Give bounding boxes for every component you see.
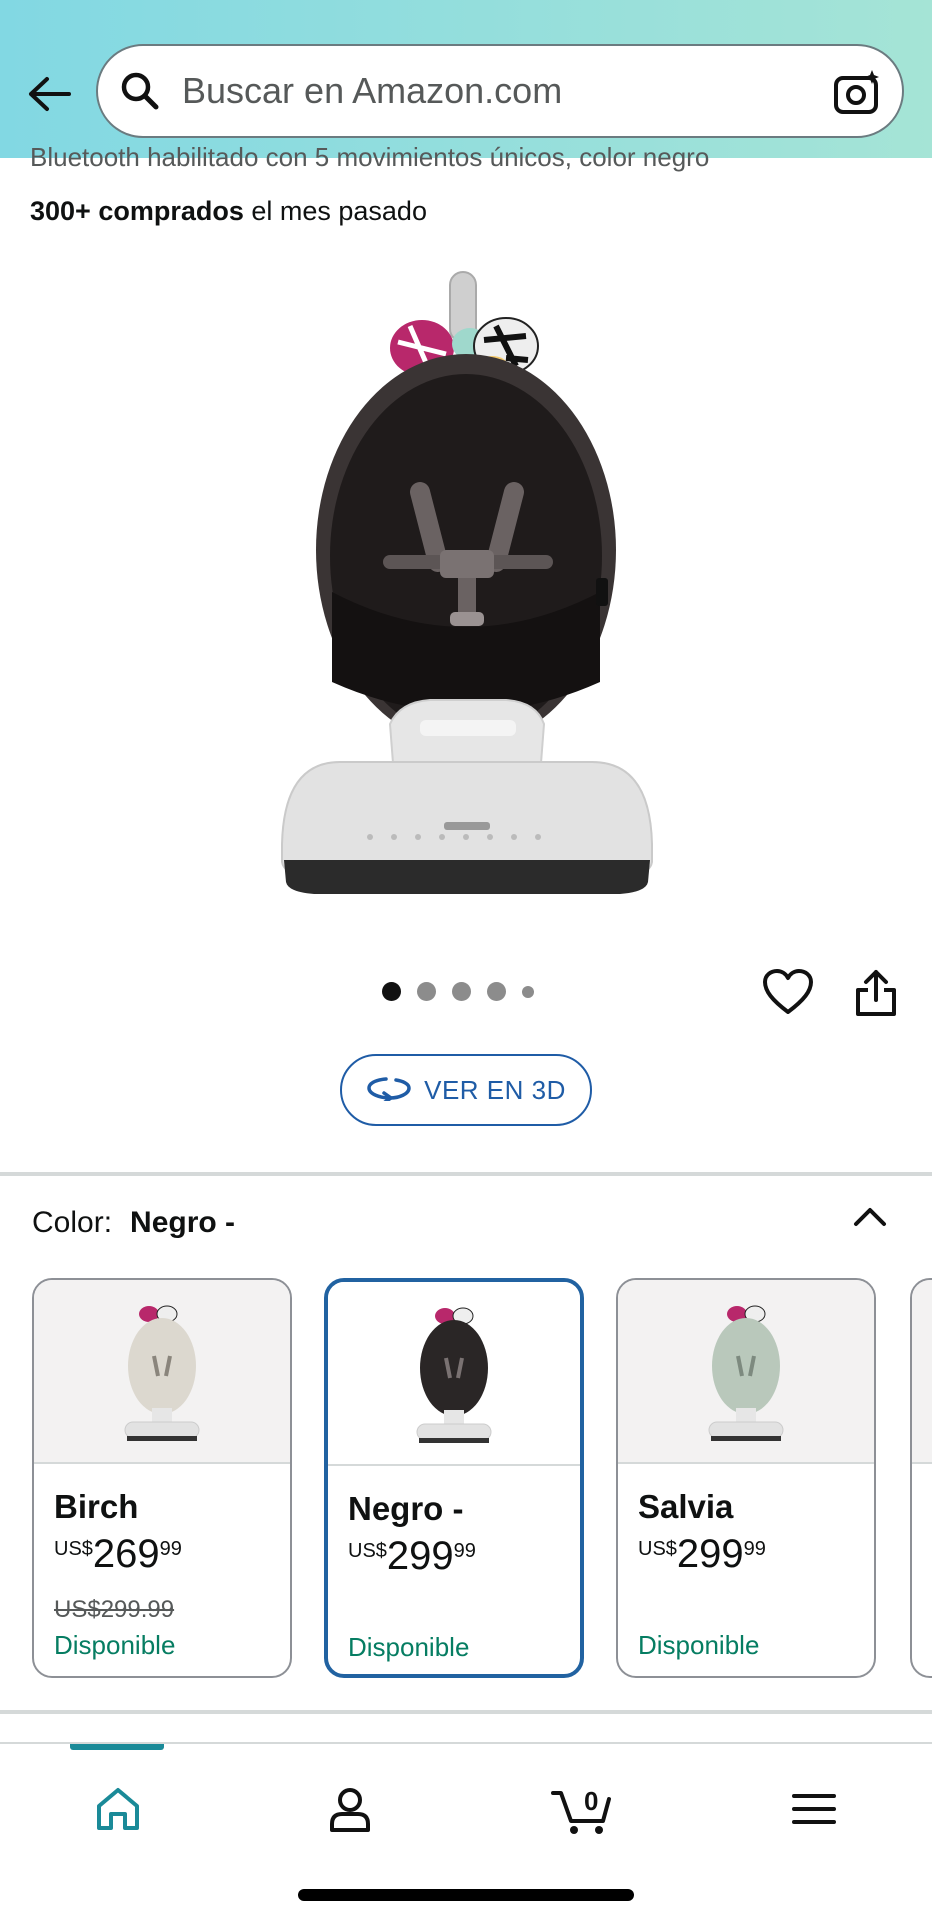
price-whole: 299: [386, 1534, 454, 1578]
price-cents: 99: [159, 1538, 182, 1560]
heart-icon[interactable]: [762, 968, 814, 1016]
color-option-negro[interactable]: Negro - US$29999 Disponible: [324, 1278, 584, 1678]
color-label: Color: Negro -: [32, 1206, 235, 1240]
chevron-up-icon[interactable]: [850, 1200, 890, 1232]
top-header: [0, 0, 932, 158]
color-option-next[interactable]: [910, 1278, 932, 1678]
option-availability: Disponible: [638, 1630, 760, 1660]
back-arrow-icon[interactable]: [22, 70, 76, 118]
section-divider: [0, 1172, 932, 1176]
carousel-dot-1[interactable]: [382, 982, 401, 1001]
swatch-thumbnail: [618, 1280, 874, 1464]
option-name: Negro -: [348, 1490, 464, 1527]
color-option-salvia[interactable]: Salvia US$29999 Disponible: [616, 1278, 876, 1678]
purchase-count-bold: 300+ comprados: [30, 196, 244, 226]
price-currency: US$: [348, 1540, 387, 1562]
option-price: US$26999: [54, 1532, 182, 1577]
view-3d-button[interactable]: VER EN 3D: [340, 1054, 592, 1126]
swatch-thumbnail: [912, 1280, 932, 1464]
rotate-3d-icon: [366, 1073, 412, 1108]
home-icon[interactable]: [78, 1774, 158, 1844]
color-options: Birch US$26999 US$299.99 Disponible Negr…: [32, 1278, 932, 1678]
option-price: US$29999: [638, 1532, 766, 1577]
camera-search-icon[interactable]: [832, 68, 882, 118]
option-name: Salvia: [638, 1488, 734, 1525]
search-input[interactable]: [182, 70, 802, 112]
option-name: Birch: [54, 1488, 139, 1525]
search-bar[interactable]: [96, 44, 904, 138]
share-icon[interactable]: [854, 968, 898, 1018]
price-currency: US$: [54, 1538, 93, 1560]
section-divider: [0, 1710, 932, 1714]
search-icon: [118, 69, 162, 113]
carousel-dot-4[interactable]: [487, 982, 506, 1001]
price-whole: 269: [92, 1532, 160, 1576]
carousel-dot-3[interactable]: [452, 982, 471, 1001]
image-carousel-dots[interactable]: [382, 982, 534, 1001]
purchase-count-rest: el mes pasado: [243, 196, 427, 226]
cart-count: 0: [584, 1786, 599, 1816]
home-indicator: [298, 1889, 634, 1901]
product-title: Bluetooth habilitado con 5 movimientos ú…: [30, 142, 710, 172]
menu-icon[interactable]: [774, 1774, 854, 1844]
baby-swing-image[interactable]: [270, 262, 662, 902]
price-cents: 99: [453, 1540, 476, 1562]
carousel-dot-2[interactable]: [417, 982, 436, 1001]
purchase-count: 300+ comprados el mes pasado: [30, 196, 427, 227]
price-cents: 99: [743, 1538, 766, 1560]
color-option-birch[interactable]: Birch US$26999 US$299.99 Disponible: [32, 1278, 292, 1678]
option-price: US$29999: [348, 1534, 476, 1579]
option-availability: Disponible: [54, 1630, 176, 1660]
option-availability: Disponible: [348, 1632, 470, 1662]
color-label-text: Color:: [32, 1206, 113, 1239]
view-3d-label: VER EN 3D: [424, 1074, 566, 1105]
swatch-thumbnail: [328, 1282, 580, 1466]
carousel-dot-5[interactable]: [522, 985, 534, 998]
price-whole: 299: [676, 1532, 744, 1576]
selected-color-value: Negro -: [130, 1206, 236, 1239]
swatch-thumbnail: [34, 1280, 290, 1464]
cart-icon[interactable]: 0: [542, 1774, 622, 1844]
active-tab-indicator: [70, 1744, 164, 1750]
option-list-price: US$299.99: [54, 1596, 175, 1623]
price-currency: US$: [638, 1538, 677, 1560]
account-icon[interactable]: [310, 1774, 390, 1844]
